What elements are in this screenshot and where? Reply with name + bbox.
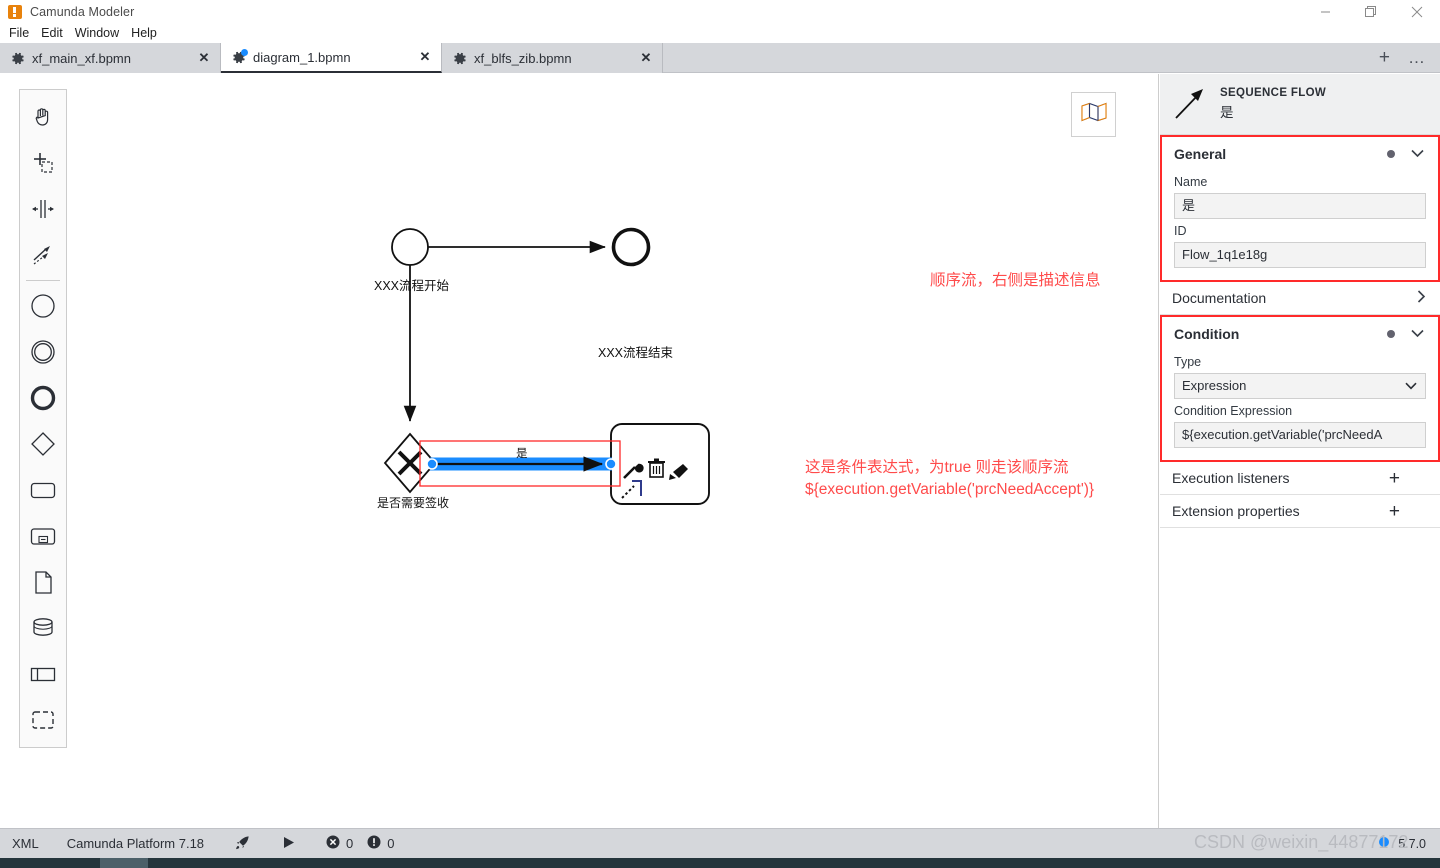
restore-icon[interactable] (1348, 0, 1394, 23)
annotation-condition-expression: 这是条件表达式，为true 则走该顺序流 ${execution.getVari… (805, 459, 1095, 499)
end-event-shape (611, 227, 651, 267)
menu-item-edit[interactable]: Edit (41, 23, 70, 43)
id-field-label: ID (1174, 224, 1187, 238)
flow-target-handle (605, 458, 617, 470)
camunda-logo-icon (8, 4, 22, 19)
condition-type-label: Type (1174, 355, 1202, 369)
error-count: 0 (346, 836, 354, 851)
window-controls (1302, 0, 1440, 23)
group-general: General Name 是 ID Flow_1q1e18g (1160, 135, 1440, 282)
menu-item-window[interactable]: Window (75, 23, 126, 43)
window-title: Camunda Modeler (30, 4, 135, 19)
element-name-label: 是 (1220, 105, 1234, 120)
chevron-right-icon[interactable] (1417, 290, 1426, 306)
group-condition-header[interactable]: Condition (1162, 317, 1438, 350)
task-shape (610, 423, 710, 505)
status-bar: XML Camunda Platform 7.18 0 0 5.7.0 (0, 828, 1440, 858)
condition-expression-input[interactable]: ${execution.getVariable('prcNeedA (1174, 422, 1426, 448)
group-status-dot (1387, 329, 1395, 338)
warning-icon (367, 835, 381, 852)
tab-actions: + … (1379, 43, 1440, 72)
tab-xf-main-xf[interactable]: xf_main_xf.bpmn ✕ (0, 43, 221, 73)
start-instance-button[interactable] (281, 829, 296, 859)
play-icon (281, 835, 296, 853)
tab-label: xf_blfs_zib.bpmn (474, 50, 572, 66)
os-taskbar-active-item[interactable] (100, 858, 148, 868)
version-label[interactable]: 5.7.0 (1398, 837, 1426, 851)
tab-close-icon[interactable]: ✕ (417, 49, 433, 65)
add-extension-property-button[interactable]: + (1389, 502, 1400, 521)
element-type-label: SEQUENCE FLOW (1220, 87, 1327, 99)
tab-xf-blfs-zib[interactable]: xf_blfs_zib.bpmn ✕ (442, 43, 663, 73)
properties-panel-header: SEQUENCE FLOW 是 (1160, 74, 1440, 135)
start-event-label: XXX流程开始 (374, 278, 450, 293)
chevron-down-icon (1405, 374, 1417, 398)
group-condition-body: Type Expression Condition Expression ${e… (1162, 355, 1438, 460)
tab-label: xf_main_xf.bpmn (32, 50, 131, 66)
deploy-button[interactable] (234, 829, 251, 859)
bpmn-file-icon (452, 51, 467, 66)
tab-close-icon[interactable]: ✕ (196, 50, 212, 66)
update-badge-icon[interactable] (1378, 835, 1390, 853)
group-documentation-title: Documentation (1172, 290, 1267, 306)
error-icon (326, 835, 340, 852)
warning-count: 0 (387, 836, 395, 851)
title-bar: Camunda Modeler (0, 0, 1440, 23)
start-event-shape (391, 228, 429, 266)
status-bar-right: 5.7.0 (1378, 835, 1440, 853)
chevron-down-icon[interactable] (1411, 327, 1424, 340)
tab-bar: xf_main_xf.bpmn ✕ diagram_1.bpmn ✕ xf_bl… (0, 43, 1440, 73)
tab-label: diagram_1.bpmn (253, 49, 351, 65)
minimize-icon[interactable] (1302, 0, 1348, 23)
group-execution-listeners[interactable]: Execution listeners + (1160, 462, 1440, 495)
condition-expression-label: Condition Expression (1174, 404, 1293, 418)
tab-overflow-button[interactable]: … (1408, 49, 1426, 66)
xml-view-button[interactable]: XML (12, 829, 39, 859)
sequence-flow-arrow-icon (1170, 84, 1210, 124)
flow-label: 是 (516, 447, 528, 460)
group-general-title: General (1174, 145, 1227, 162)
engine-platform-label[interactable]: Camunda Platform 7.18 (67, 829, 204, 859)
name-field-label: Name (1174, 175, 1208, 189)
group-extension-properties-title: Extension properties (1172, 503, 1300, 519)
name-input[interactable]: 是 (1174, 193, 1426, 219)
properties-panel-header-text: SEQUENCE FLOW 是 (1220, 87, 1326, 121)
condition-type-value: Expression (1182, 378, 1247, 393)
add-execution-listener-button[interactable]: + (1389, 469, 1400, 488)
unsaved-indicator-dot (241, 48, 248, 56)
tab-diagram-1[interactable]: diagram_1.bpmn ✕ (221, 43, 442, 73)
bpmn-file-icon (231, 48, 248, 65)
rocket-icon (234, 834, 251, 854)
warning-status[interactable]: 0 (367, 829, 395, 859)
gateway-label: 是否需要签收 (377, 495, 449, 510)
group-general-header[interactable]: General (1162, 137, 1438, 170)
group-condition-title: Condition (1174, 325, 1240, 342)
menu-item-help[interactable]: Help (131, 23, 164, 43)
flow-source-handle (426, 458, 438, 470)
group-execution-listeners-title: Execution listeners (1172, 470, 1290, 486)
bpmn-file-icon (10, 51, 25, 66)
close-icon[interactable] (1394, 0, 1440, 23)
id-input[interactable]: Flow_1q1e18g (1174, 242, 1426, 268)
group-status-dot (1387, 149, 1395, 158)
group-general-body: Name 是 ID Flow_1q1e18g (1162, 175, 1438, 280)
annotation-sequence-flow: 顺序流，右侧是描述信息 (930, 272, 1101, 289)
properties-panel: SEQUENCE FLOW 是 General Name 是 ID Flow_1… (1160, 74, 1440, 828)
camunda-modeler-window: Camunda Modeler File Edit Window Help xf… (0, 0, 1440, 868)
menu-item-file[interactable]: File (9, 23, 36, 43)
menu-bar: File Edit Window Help (0, 23, 1440, 43)
os-taskbar (0, 858, 1440, 868)
error-status[interactable]: 0 (326, 829, 353, 859)
group-documentation[interactable]: Documentation (1160, 282, 1440, 315)
condition-type-select[interactable]: Expression (1174, 373, 1426, 399)
new-tab-button[interactable]: + (1379, 48, 1390, 67)
chevron-down-icon[interactable] (1411, 147, 1424, 160)
end-event-label: XXX流程结束 (598, 345, 674, 360)
group-extension-properties[interactable]: Extension properties + (1160, 495, 1440, 528)
group-condition: Condition Type Expression Condition Expr… (1160, 315, 1440, 462)
bpmn-canvas[interactable]: XXX流程开始 XXX流程结束 是否需要签收 是 顺序流，右侧是描述信息 这是条… (0, 74, 1159, 828)
bpmn-diagram[interactable]: XXX流程开始 XXX流程结束 是否需要签收 是 (0, 74, 1159, 828)
tab-close-icon[interactable]: ✕ (638, 50, 654, 66)
